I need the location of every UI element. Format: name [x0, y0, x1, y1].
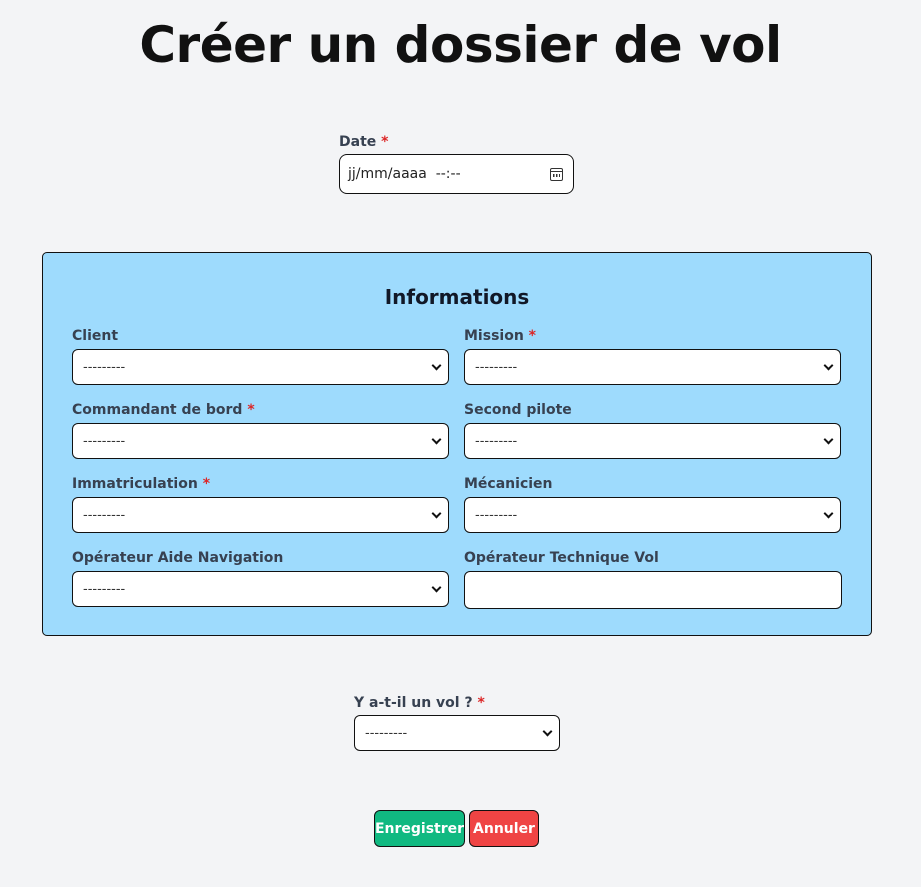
chevron-down-icon — [823, 360, 834, 370]
second-pilote-label: Second pilote — [464, 402, 572, 418]
operateur-nav-field: Opérateur Aide Navigation --------- — [72, 549, 450, 607]
chevron-down-icon — [431, 582, 442, 592]
required-mark: * — [247, 402, 255, 418]
panel-title: Informations — [384, 285, 530, 309]
select-value: --------- — [365, 725, 408, 741]
chevron-down-icon — [542, 726, 553, 736]
second-pilote-select[interactable]: --------- — [464, 423, 841, 459]
save-button[interactable]: Enregistrer — [374, 810, 465, 847]
client-label: Client — [72, 328, 119, 344]
required-mark: * — [477, 695, 485, 711]
client-select[interactable]: --------- — [72, 349, 449, 385]
mission-field: Mission * --------- — [464, 327, 842, 385]
chevron-down-icon — [431, 360, 442, 370]
required-mark: * — [528, 328, 536, 344]
mission-label: Mission * — [464, 328, 536, 344]
date-field: Date * jj/mm/aaaa --:-- — [339, 134, 574, 194]
select-value: --------- — [475, 507, 518, 523]
chevron-down-icon — [823, 508, 834, 518]
mission-select[interactable]: --------- — [464, 349, 841, 385]
vol-select[interactable]: --------- — [354, 715, 560, 751]
select-value: --------- — [475, 359, 518, 375]
calendar-icon[interactable] — [550, 167, 563, 181]
operateur-nav-select[interactable]: --------- — [72, 571, 449, 607]
chevron-down-icon — [431, 508, 442, 518]
chevron-down-icon — [823, 434, 834, 444]
vol-field: Y a-t-il un vol ? * --------- — [354, 695, 560, 751]
mecanicien-label: Mécanicien — [464, 476, 553, 492]
required-mark: * — [202, 476, 211, 492]
second-pilote-field: Second pilote --------- — [464, 401, 842, 459]
date-input[interactable]: jj/mm/aaaa --:-- — [339, 154, 574, 194]
immatriculation-field: Immatriculation * --------- — [72, 475, 450, 533]
immatriculation-select[interactable]: --------- — [72, 497, 449, 533]
select-value: --------- — [83, 359, 126, 375]
required-mark: * — [381, 134, 389, 150]
informations-panel: Informations Client --------- Mission * … — [42, 252, 872, 636]
select-value: --------- — [83, 507, 126, 523]
operateur-tech-input[interactable] — [464, 571, 842, 609]
date-input-value: jj/mm/aaaa --:-- — [348, 166, 461, 182]
commandant-select[interactable]: --------- — [72, 423, 449, 459]
select-value: --------- — [83, 433, 126, 449]
date-label: Date * — [339, 134, 389, 150]
chevron-down-icon — [431, 434, 442, 444]
commandant-field: Commandant de bord * --------- — [72, 401, 450, 459]
operateur-tech-label: Opérateur Technique Vol — [464, 550, 659, 566]
vol-label: Y a-t-il un vol ? * — [354, 695, 485, 711]
page-title: Créer un dossier de vol — [139, 16, 782, 74]
select-value: --------- — [83, 581, 126, 597]
cancel-button[interactable]: Annuler — [469, 810, 539, 847]
select-value: --------- — [475, 433, 518, 449]
operateur-tech-field: Opérateur Technique Vol — [464, 549, 842, 609]
commandant-label: Commandant de bord * — [72, 402, 255, 418]
mecanicien-field: Mécanicien --------- — [464, 475, 842, 533]
immatriculation-label: Immatriculation * — [72, 476, 211, 492]
mecanicien-select[interactable]: --------- — [464, 497, 841, 533]
operateur-nav-label: Opérateur Aide Navigation — [72, 550, 284, 566]
client-field: Client --------- — [72, 327, 450, 385]
